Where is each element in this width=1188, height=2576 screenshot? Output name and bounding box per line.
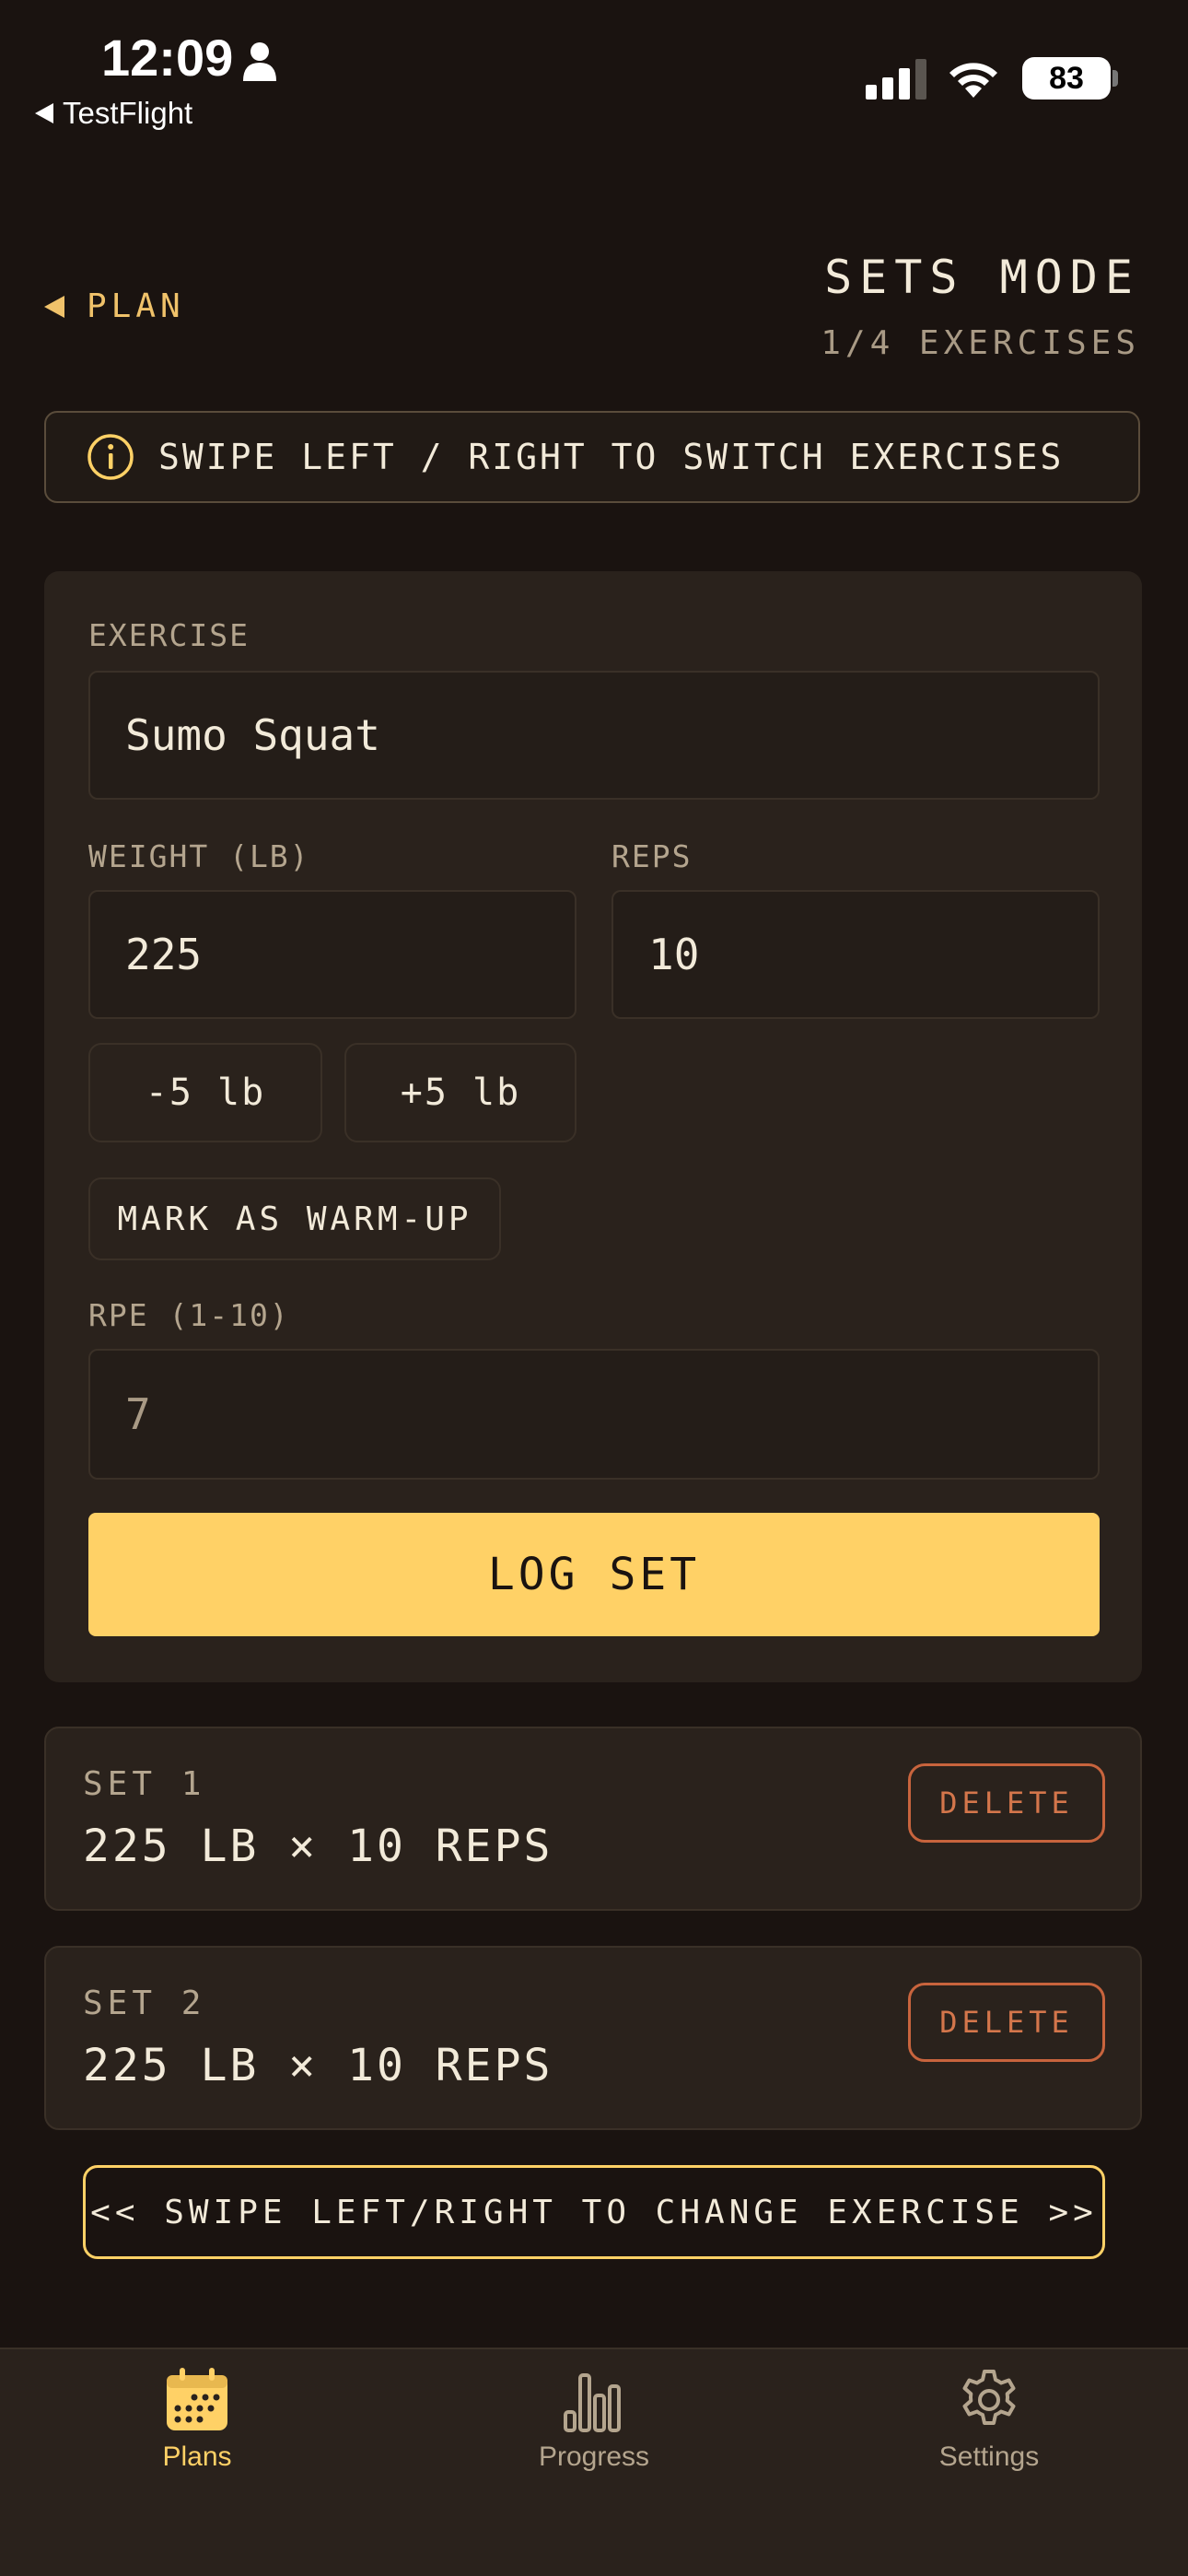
set-row: SET 2 225 LB × 10 REPS DELETE (44, 1946, 1142, 2130)
reps-label: REPS (611, 838, 693, 874)
exercise-field[interactable]: Sumo Squat (88, 671, 1100, 800)
tab-progress[interactable]: Progress (474, 2368, 714, 2473)
back-triangle-icon (35, 103, 53, 123)
set-detail: 225 LB × 10 REPS (83, 2040, 553, 2091)
rpe-field[interactable]: 7 (88, 1349, 1100, 1480)
battery-level: 83 (1049, 60, 1084, 96)
battery-icon: 83 (1022, 57, 1111, 100)
weight-label: WEIGHT (LB) (88, 838, 310, 874)
battery-tip (1112, 70, 1118, 87)
log-set-button[interactable]: LOG SET (88, 1513, 1100, 1636)
back-app-label: TestFlight (63, 96, 193, 130)
back-arrow-icon (44, 295, 64, 318)
gear-icon (962, 2370, 1016, 2425)
bar-chart-icon (564, 2373, 621, 2432)
weight-field[interactable]: 225 (88, 890, 577, 1019)
back-to-plan-label: PLAN (87, 287, 185, 325)
back-to-plan-button[interactable]: PLAN (44, 287, 185, 325)
change-exercise-button[interactable]: << SWIPE LEFT/RIGHT TO CHANGE EXERCISE >… (83, 2165, 1105, 2259)
set-detail: 225 LB × 10 REPS (83, 1821, 553, 1872)
exercise-counter: 1/4 EXERCISES (821, 324, 1140, 362)
reps-field[interactable]: 10 (611, 890, 1100, 1019)
page-title: SETS MODE (824, 251, 1140, 304)
back-to-app[interactable]: TestFlight (35, 96, 192, 131)
tab-settings-label: Settings (938, 2441, 1040, 2472)
decrease-weight-button[interactable]: -5 lb (88, 1043, 322, 1142)
tab-bar: Plans Progress Settings (0, 2348, 1188, 2576)
set-label: SET 2 (83, 1985, 206, 2022)
tab-progress-label: Progress (538, 2441, 650, 2472)
person-icon (241, 41, 278, 85)
reps-value: 10 (648, 930, 700, 979)
info-icon (87, 434, 134, 480)
set-row: SET 1 225 LB × 10 REPS DELETE (44, 1727, 1142, 1911)
banner-text: SWIPE LEFT / RIGHT TO SWITCH EXERCISES (158, 437, 1065, 477)
status-time: 12:09 (101, 29, 234, 87)
tab-plans-label: Plans (162, 2441, 232, 2472)
weight-value: 225 (125, 930, 203, 979)
delete-set-button[interactable]: DELETE (908, 1763, 1105, 1843)
exercise-label: EXERCISE (88, 617, 250, 653)
rpe-value: 7 (125, 1389, 151, 1439)
increase-weight-button[interactable]: +5 lb (344, 1043, 577, 1142)
mark-warmup-button[interactable]: MARK AS WARM-UP (88, 1177, 501, 1260)
set-label: SET 1 (83, 1765, 206, 1803)
rpe-label: RPE (1-10) (88, 1297, 290, 1333)
calendar-icon (167, 2368, 227, 2430)
tab-plans[interactable]: Plans (77, 2368, 317, 2473)
delete-set-button[interactable]: DELETE (908, 1983, 1105, 2062)
tab-settings[interactable]: Settings (869, 2368, 1109, 2473)
wifi-icon (945, 55, 1002, 103)
cellular-signal-icon (866, 59, 930, 103)
swipe-hint-banner: SWIPE LEFT / RIGHT TO SWITCH EXERCISES (44, 411, 1140, 503)
exercise-value: Sumo Squat (125, 710, 380, 760)
